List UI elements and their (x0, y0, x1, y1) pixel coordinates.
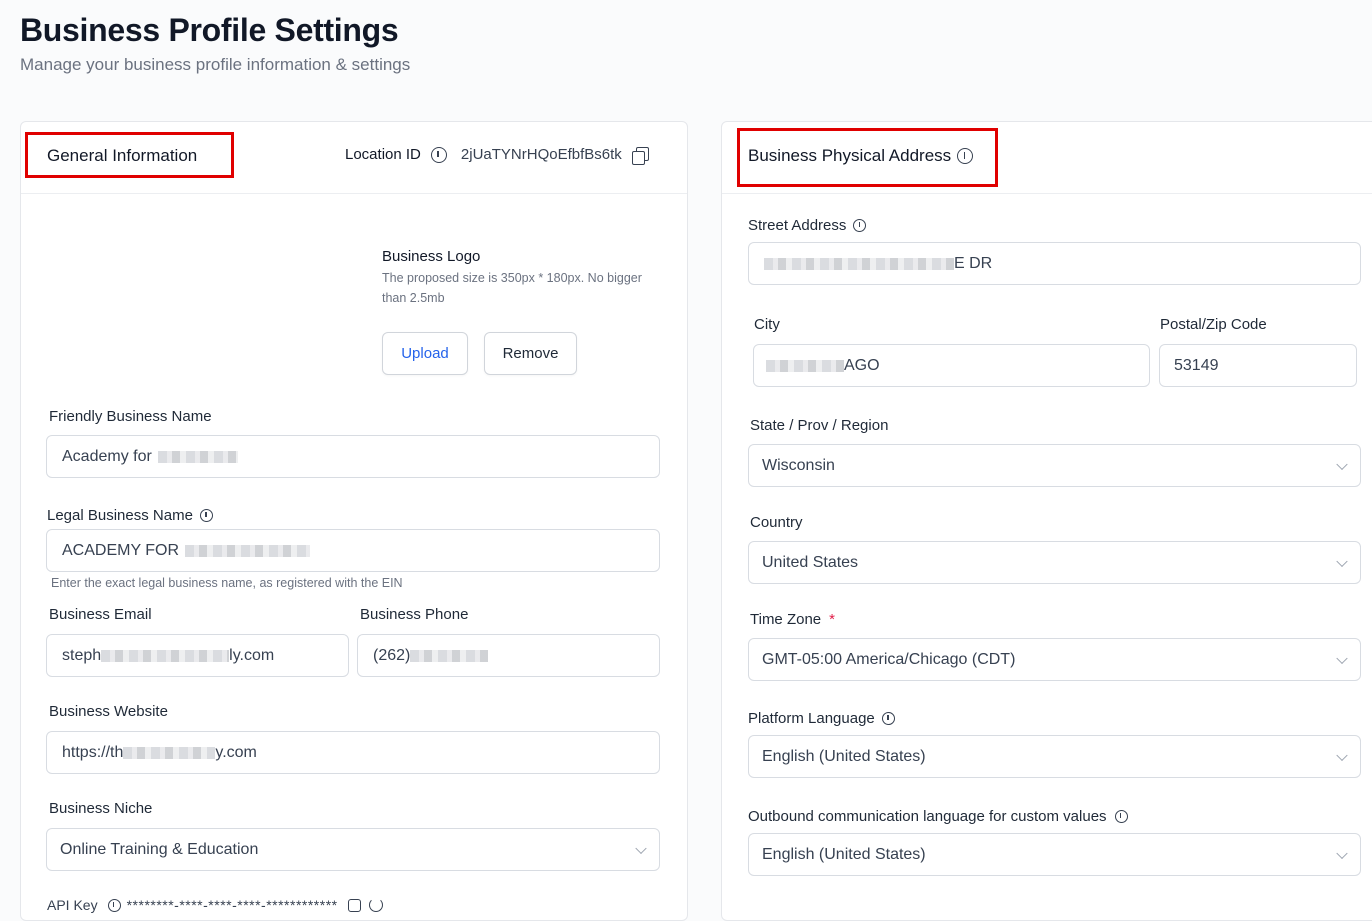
time-zone-value: GMT-05:00 America/Chicago (CDT) (762, 650, 1016, 668)
business-website-prefix: https://th (62, 743, 124, 761)
business-phone-label: Business Phone (360, 606, 469, 623)
business-email-label: Business Email (49, 606, 152, 623)
business-niche-label: Business Niche (49, 800, 153, 817)
postal-code-input[interactable]: 53149 (1159, 344, 1357, 387)
redacted-text (764, 257, 954, 270)
upload-button[interactable]: Upload (382, 332, 468, 375)
copy-icon[interactable] (631, 146, 649, 165)
time-zone-label: Time Zone (750, 611, 822, 628)
business-niche-select[interactable]: Online Training & Education (46, 828, 660, 871)
city-input[interactable]: AGO (753, 344, 1150, 387)
legal-business-name-input[interactable]: ACADEMY FOR (46, 529, 660, 572)
redacted-text (766, 359, 844, 372)
business-website-input[interactable]: https://th y.com (46, 731, 660, 774)
business-email-prefix: steph (62, 646, 102, 664)
chevron-down-icon (1336, 555, 1348, 567)
time-zone-label-row: Time Zone * (750, 611, 835, 628)
country-value: United States (762, 553, 859, 571)
business-logo-title: Business Logo (382, 248, 481, 265)
friendly-business-name-label: Friendly Business Name (49, 408, 212, 425)
street-address-input[interactable]: E DR (748, 242, 1361, 285)
business-website-label: Business Website (49, 703, 168, 720)
page-title: Business Profile Settings (20, 12, 399, 48)
country-label: Country (750, 514, 803, 531)
outbound-language-label-row: Outbound communication language for cust… (748, 808, 1128, 825)
legal-business-name-value: ACADEMY FOR (62, 541, 180, 559)
friendly-business-name-input[interactable]: Academy for (46, 435, 660, 478)
outbound-language-value: English (United States) (762, 845, 926, 863)
platform-language-select[interactable]: English (United States) (748, 735, 1361, 778)
general-information-title: General Information (47, 146, 198, 165)
redacted-text (101, 649, 230, 662)
business-physical-address-card (721, 121, 1372, 921)
chevron-down-icon (1336, 847, 1348, 859)
country-select[interactable]: United States (748, 541, 1361, 584)
chevron-down-icon (1336, 652, 1348, 664)
api-key-row: API Key ********-****-****-****-********… (47, 897, 383, 913)
legal-business-name-label-row: Legal Business Name (47, 507, 213, 524)
chevron-down-icon (635, 842, 647, 854)
info-icon[interactable] (430, 146, 447, 163)
city-suffix: AGO (844, 356, 880, 374)
outbound-language-select[interactable]: English (United States) (748, 833, 1361, 876)
chevron-down-icon (1336, 458, 1348, 470)
location-id-value: 2jUaTYNrHQoEfbfBs6tk (460, 146, 622, 163)
business-niche-value: Online Training & Education (60, 840, 259, 858)
business-phone-input[interactable]: (262) (357, 634, 660, 677)
redacted-text (410, 649, 489, 662)
business-physical-address-title: Business Physical Address (748, 146, 952, 165)
redacted-text (123, 746, 216, 759)
business-email-suffix: ly.com (229, 646, 275, 664)
platform-language-label: Platform Language (748, 710, 875, 727)
legal-business-name-hint: Enter the exact legal business name, as … (51, 576, 403, 590)
page-header: Business Profile Settings Manage your bu… (20, 12, 410, 75)
chevron-down-icon (1336, 749, 1348, 761)
business-logo-hint: The proposed size is 350px * 180px. No b… (382, 271, 642, 305)
legal-business-name-label: Legal Business Name (47, 507, 193, 524)
time-zone-select[interactable]: GMT-05:00 America/Chicago (CDT) (748, 638, 1361, 681)
business-email-input[interactable]: steph ly.com (46, 634, 349, 677)
street-address-label: Street Address (748, 217, 847, 234)
info-icon[interactable] (1114, 810, 1128, 823)
redacted-text (157, 450, 238, 463)
page-subtitle: Manage your business profile information… (20, 55, 411, 74)
outbound-language-label: Outbound communication language for cust… (748, 808, 1107, 825)
info-icon[interactable] (957, 148, 974, 164)
city-label: City (754, 316, 780, 333)
info-icon[interactable] (881, 712, 895, 725)
api-key-label: API Key (47, 897, 98, 913)
location-id-label: Location ID (345, 146, 421, 163)
business-website-suffix: y.com (215, 743, 257, 761)
required-asterisk: * (829, 611, 835, 628)
redacted-text (185, 544, 311, 557)
state-value: Wisconsin (762, 456, 835, 474)
location-id-row: Location ID 2jUaTYNrHQoEfbfBs6tk (345, 146, 649, 165)
api-key-value: ********-****-****-****-************ (126, 897, 338, 913)
friendly-business-name-value: Academy for (62, 447, 152, 465)
remove-button[interactable]: Remove (484, 332, 577, 375)
business-phone-prefix: (262) (373, 646, 411, 664)
platform-language-value: English (United States) (762, 747, 926, 765)
info-icon[interactable] (853, 219, 867, 232)
postal-code-value: 53149 (1174, 356, 1219, 374)
postal-code-label: Postal/Zip Code (1160, 316, 1267, 333)
business-physical-address-title-row: Business Physical Address (748, 146, 974, 166)
street-address-suffix: E DR (954, 254, 993, 272)
street-address-label-row: Street Address (748, 217, 867, 234)
platform-language-label-row: Platform Language (748, 710, 895, 727)
state-label: State / Prov / Region (750, 417, 889, 434)
state-select[interactable]: Wisconsin (748, 444, 1361, 487)
info-icon[interactable] (199, 509, 213, 522)
